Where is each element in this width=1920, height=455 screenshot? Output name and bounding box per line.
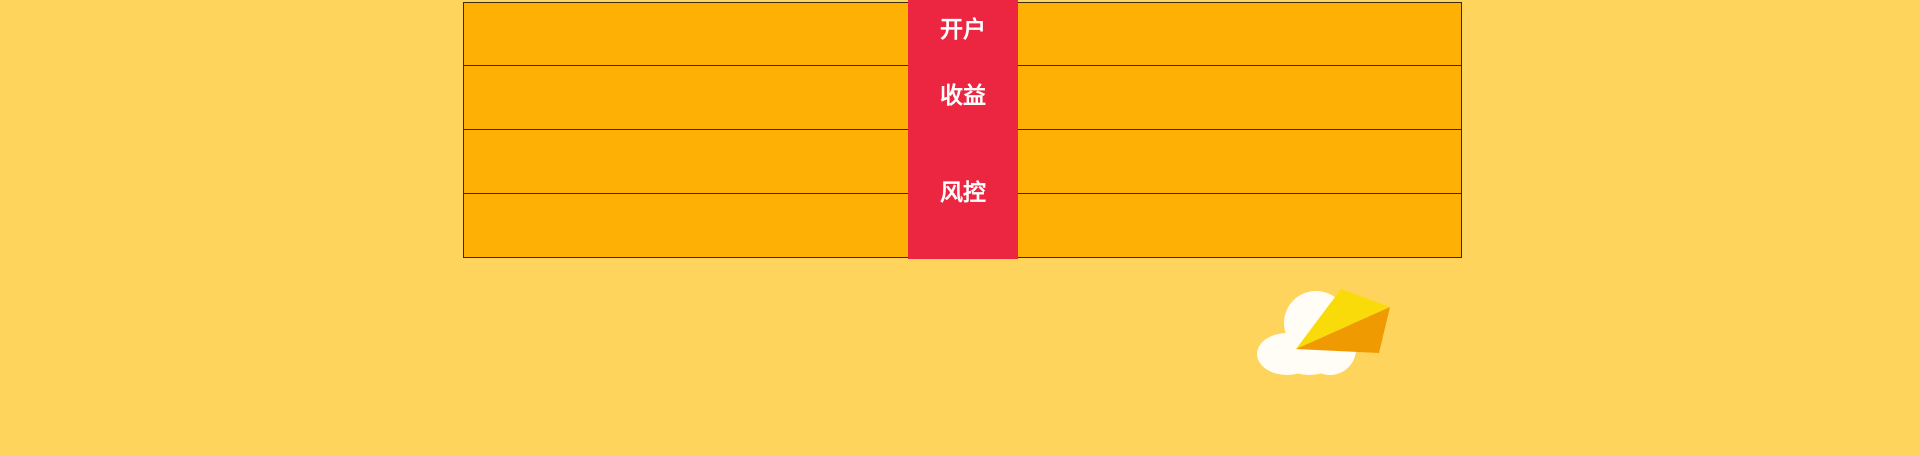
category-label-earnings: 收益 xyxy=(940,83,986,109)
category-label-open-account: 开户 xyxy=(940,17,986,43)
cloud-kite-graphic xyxy=(1257,289,1390,375)
cloud-kite-icon xyxy=(1245,283,1390,381)
category-label-risk-control: 风控 xyxy=(940,180,986,206)
feature-category-band: 开户 收益 风控 xyxy=(908,0,1018,259)
